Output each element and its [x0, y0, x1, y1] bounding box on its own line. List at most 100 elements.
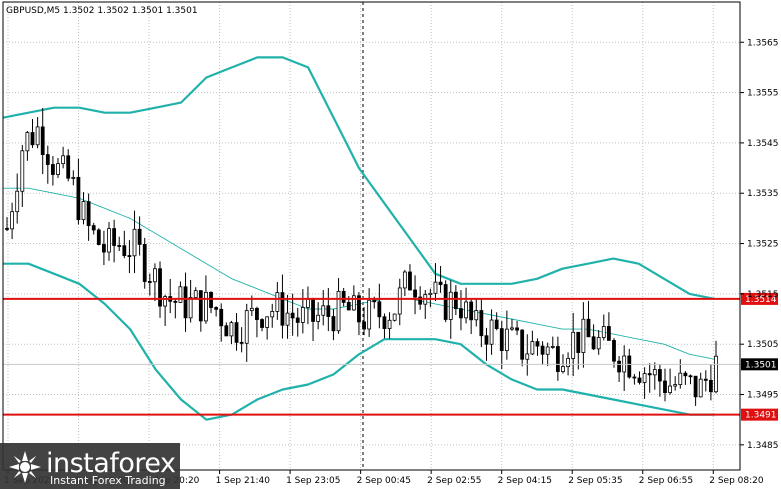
candle-body	[601, 326, 606, 338]
candle-body	[581, 318, 586, 353]
candle-body	[265, 316, 270, 328]
candle-body	[703, 378, 708, 381]
candle-body	[453, 291, 458, 310]
x-tick-label: 2 Sep 04:15	[498, 476, 552, 486]
candle-body	[555, 346, 560, 372]
candle-body	[637, 377, 642, 383]
candle-body	[346, 301, 351, 311]
candle-body	[107, 228, 111, 253]
candle-body	[270, 311, 275, 318]
candle-body	[341, 290, 346, 303]
candle-body	[438, 281, 443, 285]
candle-body	[15, 190, 20, 213]
candle-body	[530, 341, 535, 355]
candle-body	[295, 317, 300, 323]
candle-body	[617, 360, 621, 373]
candle-body	[683, 372, 688, 377]
logo-tagline: Instant Forex Trading	[50, 474, 166, 487]
candle-body	[122, 245, 127, 256]
candle-body	[377, 301, 382, 318]
candle-body	[550, 346, 555, 348]
candle-body	[647, 373, 652, 376]
candle-body	[280, 292, 285, 326]
candle-body	[300, 307, 305, 323]
candle-body	[351, 295, 356, 311]
price-chart[interactable]: 1.35141.3491 1.34851.34951.35051.35151.3…	[0, 0, 781, 489]
candle-body	[249, 307, 254, 312]
candle-body	[657, 369, 662, 382]
candle-body	[239, 341, 244, 344]
candle-body	[459, 308, 463, 319]
candle-body	[535, 341, 540, 347]
candle-body	[56, 163, 60, 175]
candle-body	[30, 132, 35, 146]
y-tick-label: 1.3485	[747, 441, 779, 451]
candle-body	[147, 281, 152, 283]
y-tick-label: 1.3565	[747, 38, 779, 48]
candle-body	[586, 318, 591, 338]
candle-body	[494, 319, 499, 329]
symbol-info: GBPUSD,M5 1.3502 1.3502 1.3501 1.3501	[6, 6, 198, 16]
candle-body	[316, 314, 321, 322]
candle-body	[469, 301, 474, 321]
candle-body	[209, 291, 213, 308]
candle-body	[173, 300, 178, 303]
candle-body	[540, 345, 545, 355]
candle-body	[627, 355, 632, 378]
candle-body	[693, 375, 698, 398]
candle-body	[397, 287, 402, 315]
candle-body	[489, 319, 494, 345]
candle-body	[362, 321, 366, 330]
candle-body	[204, 291, 208, 322]
x-tick-label: 1 Sep 23:05	[286, 476, 340, 486]
y-tick-label: 1.3525	[747, 240, 779, 250]
candle-body	[183, 286, 188, 319]
candle-body	[571, 331, 576, 359]
candle-body	[484, 335, 489, 345]
candle-body	[520, 329, 525, 360]
candle-body	[663, 380, 667, 394]
candle-body	[20, 150, 25, 192]
candle-body	[224, 325, 229, 337]
y-tick-label: 1.3555	[747, 89, 779, 99]
candle-body	[255, 307, 259, 320]
candle-body	[86, 201, 91, 227]
candle-body	[382, 316, 387, 329]
candle-body	[642, 373, 647, 383]
x-tick-label: 2 Sep 08:20	[709, 476, 764, 486]
candle-body	[102, 244, 106, 253]
candle-body	[51, 164, 55, 175]
candle-body	[367, 299, 372, 330]
candle-body	[127, 255, 132, 257]
candle-body	[561, 366, 565, 372]
candle-body	[545, 346, 550, 355]
candle-body	[678, 372, 683, 385]
candle-body	[91, 225, 96, 231]
candle-body	[673, 384, 678, 387]
x-tick-label: 2 Sep 06:55	[639, 476, 693, 486]
candle-body	[137, 228, 142, 245]
y-tick-label: 1.3545	[747, 139, 779, 149]
candle-body	[331, 316, 336, 332]
x-tick-label: 2 Sep 05:35	[568, 476, 622, 486]
candle-body	[464, 301, 468, 319]
candle-body	[306, 298, 310, 308]
candle-body	[525, 353, 530, 360]
candle-body	[668, 385, 672, 394]
candle-body	[688, 375, 693, 378]
candle-body	[5, 228, 9, 230]
candle-body	[372, 299, 377, 303]
candle-body	[193, 290, 198, 298]
x-tick-label: 2 Sep 02:55	[427, 476, 481, 486]
candle-body	[45, 154, 50, 165]
candle-body	[178, 286, 183, 303]
candle-body	[188, 297, 193, 319]
candle-body	[229, 322, 234, 337]
y-tick-label: 1.3515	[747, 290, 779, 300]
candle-body	[402, 271, 407, 289]
candle-body	[612, 340, 616, 362]
candle-body	[326, 305, 331, 317]
candle-body	[285, 312, 290, 326]
candle-body	[499, 328, 504, 352]
candle-body	[25, 132, 30, 152]
